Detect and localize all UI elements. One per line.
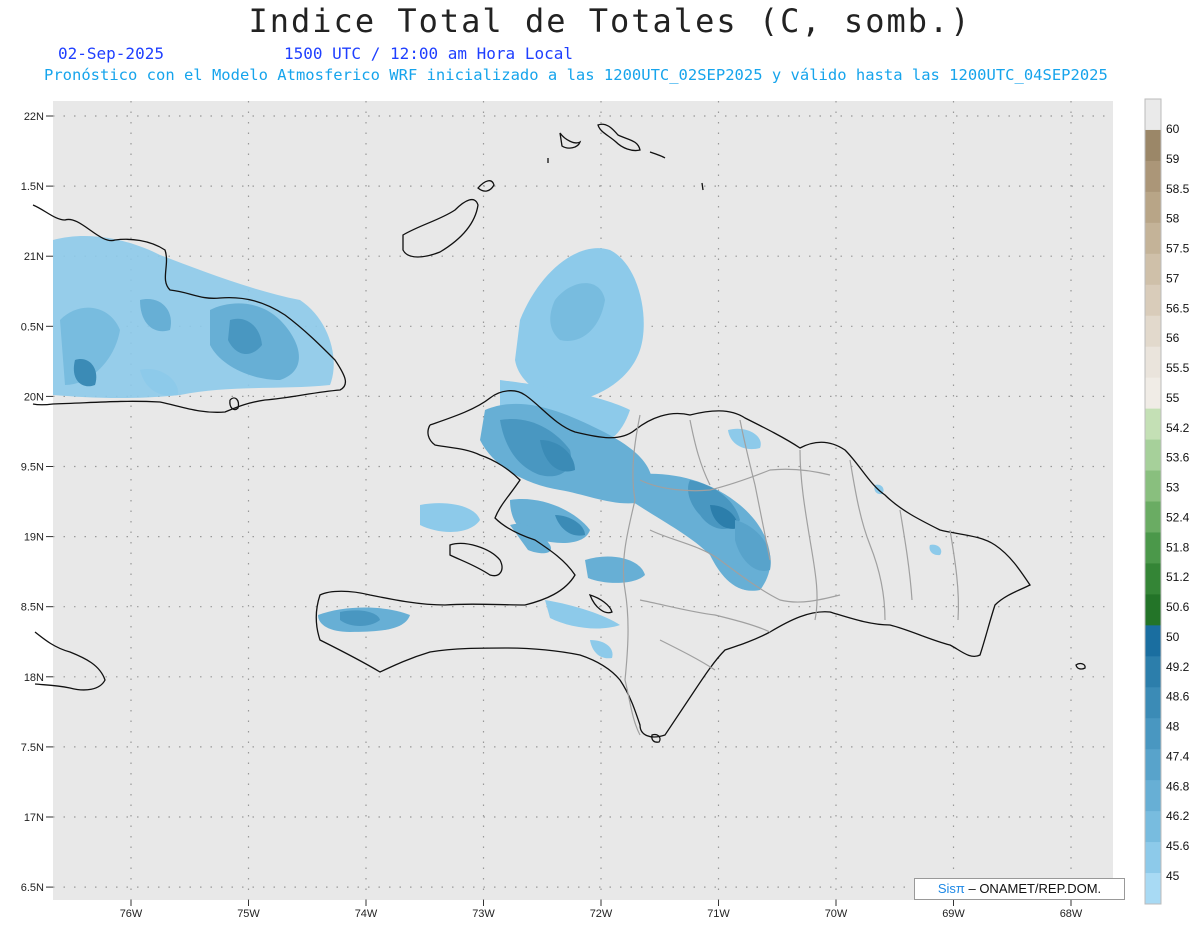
- latitude-label: 0.5N: [21, 321, 44, 333]
- colorbar-swatch: [1145, 749, 1161, 781]
- colorbar-swatch: [1145, 253, 1161, 286]
- longitude-label: 71W: [707, 908, 730, 920]
- map-canvas: 22N 1.5N 21N 0.5N 20N 9.5N 19N 8.5N 18N 7.5N 17N 6.…: [21, 98, 1190, 920]
- colorbar-label: 56.5: [1166, 301, 1190, 315]
- colorbar-label: 53: [1166, 481, 1180, 495]
- colorbar-label: 45.6: [1166, 839, 1190, 853]
- longitude-label: 73W: [472, 908, 495, 920]
- colorbar-swatch: [1145, 408, 1161, 441]
- colorbar-swatch: [1145, 129, 1161, 162]
- longitude-label: 74W: [355, 908, 378, 920]
- colorbar-label: 52.4: [1166, 510, 1190, 524]
- latitude-label: 17N: [24, 812, 44, 824]
- colorbar-swatch: [1145, 377, 1161, 410]
- colorbar-label: 59: [1166, 152, 1180, 166]
- colorbar-label: 55: [1166, 391, 1180, 405]
- longitude-label: 76W: [120, 908, 143, 920]
- colorbar-swatch: [1145, 873, 1161, 905]
- latitude-label: 18N: [24, 672, 44, 684]
- colorbar-swatch: [1145, 284, 1161, 317]
- colorbar-swatch: [1145, 191, 1161, 224]
- colorbar-swatch: [1145, 687, 1161, 719]
- colorbar-label: 50.6: [1166, 600, 1190, 614]
- colorbar-swatch: [1145, 718, 1161, 750]
- colorbar-swatch: [1145, 439, 1161, 472]
- longitude-label: 72W: [590, 908, 613, 920]
- longitude-label: 75W: [237, 908, 260, 920]
- latitude-label: 22N: [24, 111, 44, 123]
- credit-text: – ONAMET/REP.DOM.: [964, 881, 1102, 896]
- colorbar-label: 46.8: [1166, 779, 1190, 793]
- latitude-labels: 22N 1.5N 21N 0.5N 20N 9.5N 19N 8.5N 18N 7.5N 17N 6.…: [21, 111, 53, 894]
- sispi-logo: Sisπ: [937, 881, 965, 896]
- colorbar-label: 58.5: [1166, 182, 1190, 196]
- colorbar-label: 49.2: [1166, 660, 1190, 674]
- colorbar-label: 50: [1166, 630, 1180, 644]
- colorbar-swatch: [1145, 99, 1161, 131]
- longitude-label: 69W: [942, 908, 965, 920]
- colorbar-swatch: [1145, 160, 1161, 193]
- latitude-label: 8.5N: [21, 602, 44, 614]
- colorbar-swatch: [1145, 811, 1161, 843]
- colorbar-label: 47.4: [1166, 749, 1190, 763]
- colorbar-swatch: [1145, 532, 1161, 564]
- colorbar-swatch: [1145, 594, 1161, 626]
- colorbar-label: 56: [1166, 331, 1180, 345]
- colorbar-swatch: [1145, 222, 1161, 255]
- longitude-label: 70W: [825, 908, 848, 920]
- colorbar-swatch: [1145, 842, 1161, 874]
- colorbar-swatch: [1145, 346, 1161, 379]
- colorbar-label: 58: [1166, 212, 1180, 226]
- longitude-labels: 76W 75W 74W 73W 72W 71W 70W 69W 68W: [120, 900, 1083, 920]
- latitude-label: 7.5N: [21, 742, 44, 754]
- colorbar-label: 45: [1166, 869, 1180, 883]
- colorbar-label: 57: [1166, 271, 1180, 285]
- colorbar: 60 59 58.5 58 57.5 57 56.5 56 55.5 55 54.2 53.6 53 52…: [1144, 98, 1190, 905]
- colorbar-label: 54.2: [1166, 421, 1190, 435]
- colorbar-swatch: [1145, 625, 1161, 657]
- colorbar-label: 51.8: [1166, 540, 1190, 554]
- colorbar-swatch: [1145, 563, 1161, 595]
- colorbar-swatch: [1145, 315, 1161, 348]
- colorbar-label: 53.6: [1166, 451, 1190, 465]
- latitude-label: 9.5N: [21, 462, 44, 474]
- latitude-label: 19N: [24, 532, 44, 544]
- latitude-label: 6.5N: [21, 882, 44, 894]
- colorbar-label: 46.2: [1166, 809, 1190, 823]
- colorbar-label: 51.2: [1166, 570, 1190, 584]
- colorbar-swatch: [1145, 656, 1161, 688]
- credit-box: Sisπ – ONAMET/REP.DOM.: [914, 878, 1125, 900]
- colorbar-label: 57.5: [1166, 242, 1190, 256]
- latitude-label: 20N: [24, 391, 44, 403]
- longitude-label: 68W: [1060, 908, 1083, 920]
- latitude-label: 1.5N: [21, 181, 44, 193]
- colorbar-label: 48: [1166, 720, 1180, 734]
- colorbar-swatch: [1145, 501, 1161, 533]
- latitude-label: 21N: [24, 251, 44, 263]
- colorbar-swatch: [1145, 470, 1161, 502]
- colorbar-label: 60: [1166, 122, 1180, 136]
- colorbar-label: 48.6: [1166, 690, 1190, 704]
- colorbar-label: 55.5: [1166, 361, 1190, 375]
- colorbar-swatch: [1145, 780, 1161, 812]
